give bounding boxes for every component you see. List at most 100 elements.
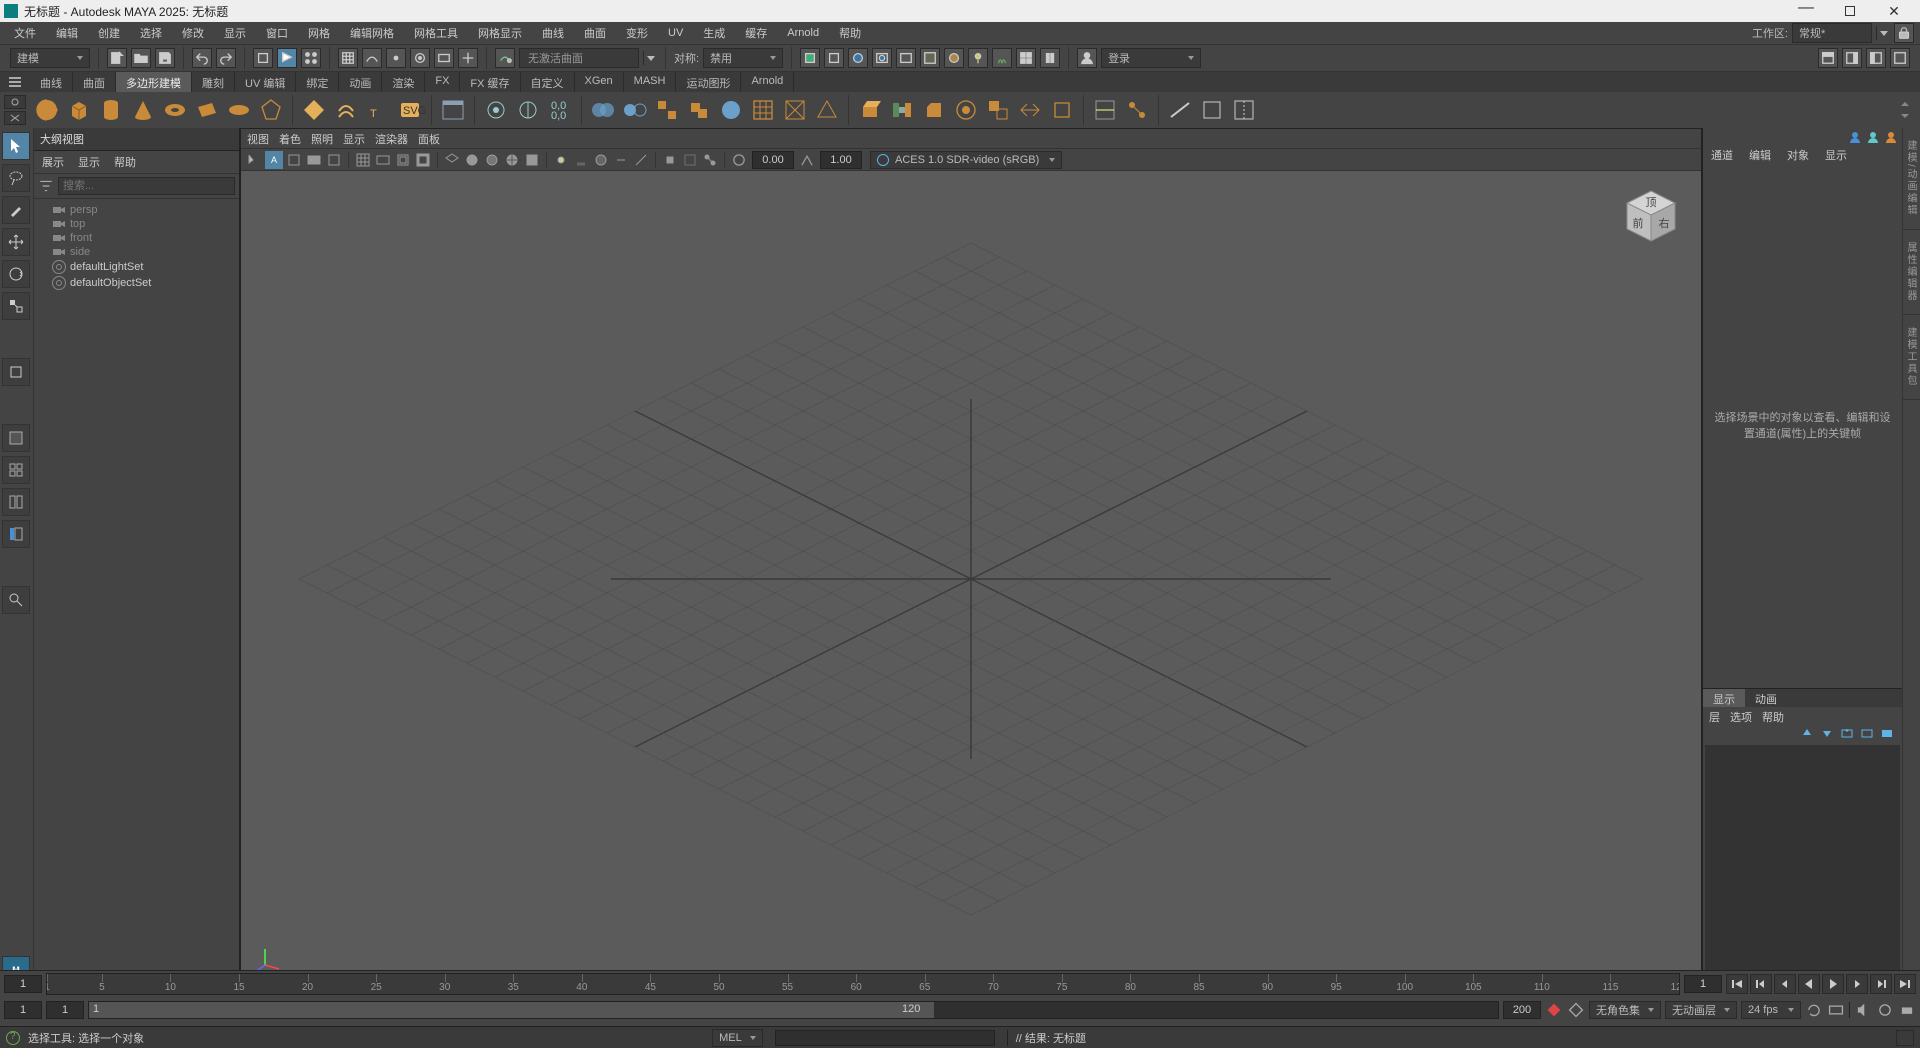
outliner-item-lightset[interactable]: defaultLightSet <box>34 259 239 275</box>
outliner-menu-show[interactable]: 显示 <box>76 153 102 171</box>
svg-import-icon[interactable]: SVG <box>395 95 425 125</box>
xgen-icon[interactable] <box>992 48 1012 68</box>
layer-down-icon[interactable] <box>1820 727 1836 741</box>
shelf-edit-button[interactable] <box>4 95 26 109</box>
layer-tab-anim[interactable]: 动画 <box>1745 689 1787 707</box>
menu-select[interactable]: 选择 <box>132 23 170 43</box>
search-tool-icon[interactable] <box>2 586 30 614</box>
shelf-tab-anim[interactable]: 动画 <box>339 72 382 92</box>
select-by-component-icon[interactable] <box>301 48 321 68</box>
render-setup-icon[interactable] <box>920 48 940 68</box>
go-to-start-button[interactable] <box>1726 974 1748 994</box>
select-camera-icon[interactable] <box>245 151 263 169</box>
snap-grid-icon[interactable] <box>338 48 358 68</box>
poly-superellipse-icon[interactable] <box>299 95 329 125</box>
working-mode-selector[interactable]: 建模 <box>10 48 90 68</box>
triangulate-icon[interactable] <box>812 95 842 125</box>
paint-select-tool[interactable] <box>2 196 30 224</box>
step-back-key-button[interactable] <box>1750 974 1772 994</box>
shelf-tab-polymodel[interactable]: 多边形建模 <box>116 72 192 92</box>
retopo-icon[interactable] <box>780 95 810 125</box>
layer-up-icon[interactable] <box>1800 727 1816 741</box>
vp-menu-shading[interactable]: 着色 <box>279 131 301 147</box>
layer-menu-layers[interactable]: 层 <box>1709 709 1720 723</box>
smooth-shade-icon[interactable] <box>463 151 481 169</box>
scale-tool[interactable] <box>2 292 30 320</box>
person-blue-icon[interactable] <box>1848 130 1862 144</box>
exposure-icon[interactable] <box>730 151 748 169</box>
play-forward-button[interactable] <box>1822 974 1844 994</box>
select-by-hierarchy-icon[interactable] <box>277 48 297 68</box>
content-browser-icon[interactable] <box>1016 48 1036 68</box>
view-cube[interactable]: 顶 前 右 <box>1621 185 1681 245</box>
undo-icon[interactable] <box>192 48 212 68</box>
poly-type-icon[interactable]: T <box>363 95 393 125</box>
open-scene-icon[interactable] <box>131 48 151 68</box>
outliner-item-persp[interactable]: persp <box>34 203 239 217</box>
menu-help[interactable]: 帮助 <box>831 23 869 43</box>
resolution-gate-icon[interactable] <box>394 151 412 169</box>
menu-editmesh[interactable]: 编辑网格 <box>342 23 402 43</box>
range-slider[interactable]: 1 120 <box>88 1001 1499 1019</box>
autokey-icon[interactable] <box>1567 1001 1585 1019</box>
menu-deform[interactable]: 变形 <box>618 23 656 43</box>
2d-pan-icon[interactable] <box>325 151 343 169</box>
textured-icon[interactable] <box>523 151 541 169</box>
account-login-selector[interactable]: 登录 <box>1101 48 1201 68</box>
poly-cone-icon[interactable] <box>128 95 158 125</box>
history-on-icon[interactable] <box>800 48 820 68</box>
play-back-button[interactable] <box>1798 974 1820 994</box>
person-orange-icon[interactable] <box>1884 130 1898 144</box>
menu-cache[interactable]: 缓存 <box>737 23 775 43</box>
cv-point-icon[interactable]: 0,00,0 <box>545 95 575 125</box>
bevel-icon[interactable] <box>919 95 949 125</box>
range-start-display[interactable]: 1 <box>46 1001 84 1019</box>
camera-attr-icon[interactable]: A <box>265 151 283 169</box>
outliner-tree[interactable]: persp top front side defaultLightSet def… <box>34 199 239 988</box>
cb-tab-channels[interactable]: 通道 <box>1707 146 1737 164</box>
select-by-object-icon[interactable] <box>253 48 273 68</box>
gate-mask-icon[interactable] <box>414 151 432 169</box>
soft-select-icon[interactable] <box>481 95 511 125</box>
append-poly-icon[interactable] <box>983 95 1013 125</box>
light-editor-icon[interactable] <box>968 48 988 68</box>
outliner-item-top[interactable]: top <box>34 217 239 231</box>
multi-cut-icon[interactable] <box>1090 95 1120 125</box>
shelf-tab-motion[interactable]: 运动图形 <box>676 72 741 92</box>
outliner-item-front[interactable]: front <box>34 231 239 245</box>
outliner-menu-help[interactable]: 帮助 <box>112 153 138 171</box>
lasso-tool[interactable] <box>2 164 30 192</box>
shelf-tab-arnold[interactable]: Arnold <box>741 72 794 92</box>
command-line-input[interactable] <box>775 1030 995 1046</box>
poly-cube-icon[interactable] <box>64 95 94 125</box>
shelf-tab-uvedit[interactable]: UV 编辑 <box>235 72 296 92</box>
connect-icon[interactable] <box>1165 95 1195 125</box>
loop-icon[interactable] <box>1805 1001 1823 1019</box>
cb-tab-show[interactable]: 显示 <box>1821 146 1851 164</box>
save-scene-icon[interactable] <box>155 48 175 68</box>
layer-new-icon[interactable] <box>1880 727 1896 741</box>
four-pane-layout-icon[interactable] <box>2 456 30 484</box>
cb-tab-edit[interactable]: 编辑 <box>1745 146 1775 164</box>
workspace-selector[interactable]: 常规* <box>1792 23 1872 43</box>
step-forward-key-button[interactable] <box>1870 974 1892 994</box>
set-key-icon[interactable] <box>1545 1001 1563 1019</box>
remesh-icon[interactable] <box>748 95 778 125</box>
sound-icon[interactable] <box>1854 1001 1872 1019</box>
outliner-filter-icon[interactable] <box>38 178 54 194</box>
layer-add-selected-icon[interactable] <box>1860 727 1876 741</box>
shelf-menu-button[interactable] <box>4 72 26 92</box>
colorspace-selector[interactable]: ACES 1.0 SDR-video (sRGB) <box>870 151 1062 169</box>
live-surface-toggle-icon[interactable] <box>495 48 515 68</box>
history-off-icon[interactable] <box>824 48 844 68</box>
person-cyan-icon[interactable] <box>1866 130 1880 144</box>
target-weld-icon[interactable] <box>1122 95 1152 125</box>
vp-menu-panels[interactable]: 面板 <box>418 131 440 147</box>
quad-draw-icon[interactable] <box>1197 95 1227 125</box>
ipr-render-icon[interactable] <box>872 48 892 68</box>
snap-live-icon[interactable] <box>458 48 478 68</box>
menu-edit[interactable]: 编辑 <box>48 23 86 43</box>
cb-tab-object[interactable]: 对象 <box>1783 146 1813 164</box>
layer-add-icon[interactable] <box>1840 727 1856 741</box>
reflection-icon[interactable] <box>513 95 543 125</box>
